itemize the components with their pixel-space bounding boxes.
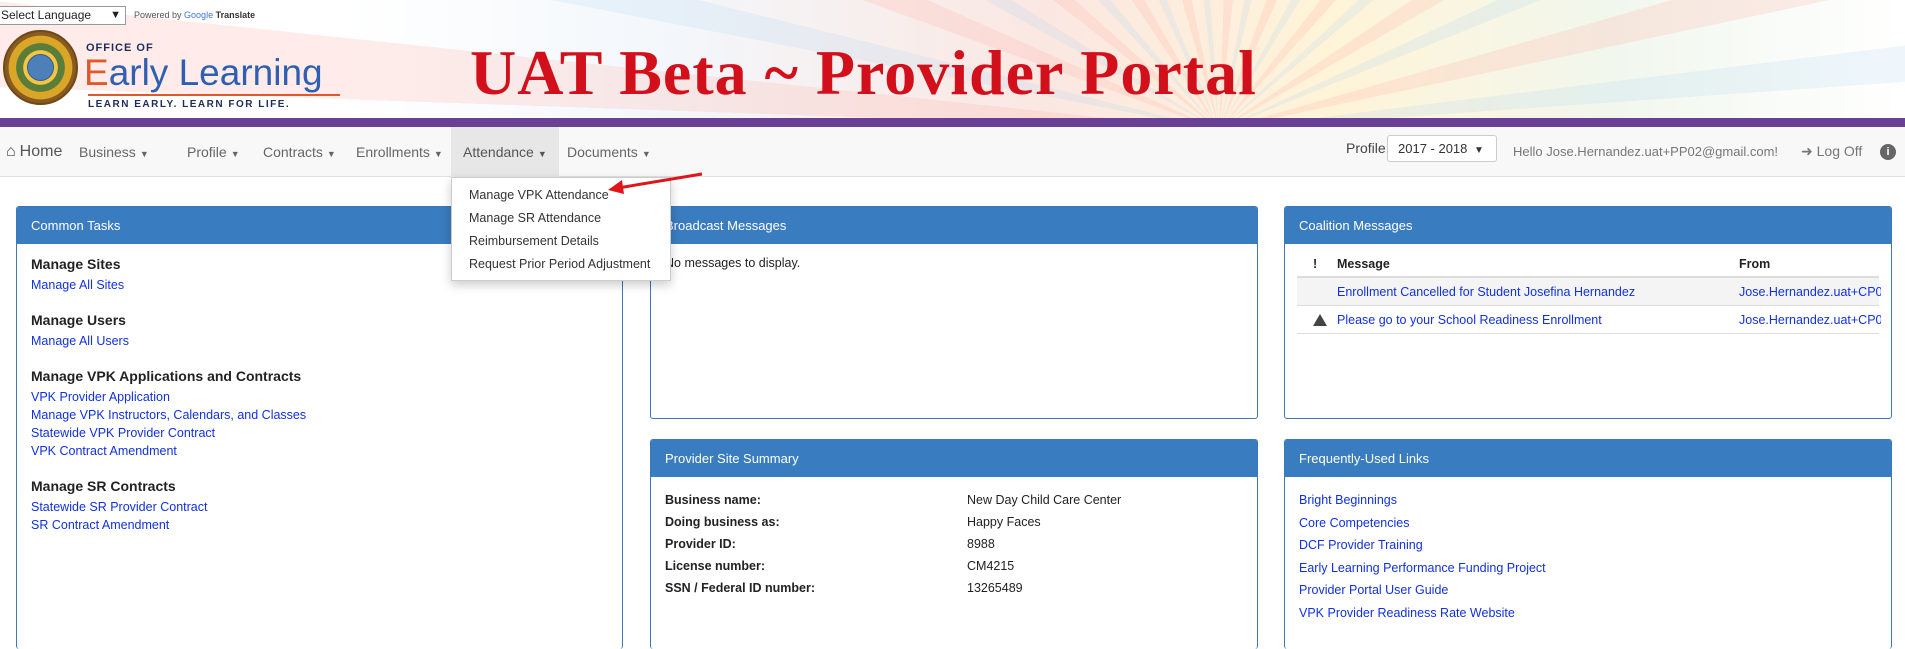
summary-value: New Day Child Care Center bbox=[967, 493, 1122, 507]
red-annotation-arrow bbox=[608, 172, 703, 194]
col-message-header[interactable]: Message bbox=[1337, 250, 1390, 278]
header-banner: Select Language ▼ Powered by Google Tran… bbox=[0, 0, 1905, 118]
link-sr-contract-amendment[interactable]: SR Contract Amendment bbox=[31, 516, 608, 534]
broadcast-messages-panel: Broadcast Messages No messages to displa… bbox=[650, 206, 1258, 419]
chevron-down-icon: ▼ bbox=[1474, 145, 1484, 156]
panel-title: Coalition Messages bbox=[1285, 207, 1891, 244]
summary-value: 8988 bbox=[967, 537, 995, 551]
link-vpk-provider-application[interactable]: VPK Provider Application bbox=[31, 388, 608, 406]
col-flag-header: ! bbox=[1313, 257, 1318, 271]
section-manage-users: Manage Users Manage All Users bbox=[31, 312, 608, 350]
summary-value: 13265489 bbox=[967, 581, 1023, 595]
summary-key: Business name: bbox=[665, 493, 761, 507]
from-link[interactable]: Jose.Hernandez.uat+CP02@gmail.com bbox=[1739, 278, 1881, 306]
profile-label: Profile: bbox=[1346, 140, 1390, 156]
chevron-down-icon: ▼ bbox=[110, 9, 121, 21]
nav-home-label: Home bbox=[19, 143, 63, 160]
logo-tagline: LEARN EARLY. LEARN FOR LIFE. bbox=[88, 99, 291, 110]
google-text: Google bbox=[184, 10, 214, 20]
empty-message: No messages to display. bbox=[665, 256, 801, 270]
logo-name: Early Learning bbox=[84, 52, 323, 93]
nav-profile[interactable]: Profile ▼ bbox=[187, 127, 240, 177]
panel-title: Frequently-Used Links bbox=[1285, 440, 1891, 477]
summary-key: SSN / Federal ID number: bbox=[665, 581, 816, 595]
link-statewide-sr-contract[interactable]: Statewide SR Provider Contract bbox=[31, 498, 608, 516]
table-header-row: ! Message From bbox=[1297, 250, 1879, 278]
section-heading: Manage VPK Applications and Contracts bbox=[31, 368, 302, 384]
caret-down-icon: ▼ bbox=[433, 149, 443, 159]
link-readiness-rate[interactable]: VPK Provider Readiness Rate Website bbox=[1299, 602, 1877, 625]
summary-row: Doing business as: Happy Faces bbox=[665, 515, 1243, 537]
caret-down-icon: ▼ bbox=[326, 149, 336, 159]
caret-down-icon: ▼ bbox=[641, 149, 651, 159]
coalition-messages-panel: Coalition Messages ! Message From Enroll… bbox=[1284, 206, 1892, 419]
caret-down-icon: ▼ bbox=[537, 149, 547, 159]
message-link[interactable]: Please go to your School Readiness Enrol… bbox=[1337, 306, 1602, 334]
table-row[interactable]: ! Please go to your School Readiness Enr… bbox=[1297, 306, 1881, 334]
link-dcf-provider-training[interactable]: DCF Provider Training bbox=[1299, 534, 1877, 557]
early-learning-logo[interactable]: OFFICE OF Early Learning LEARN EARLY. LE… bbox=[84, 40, 344, 112]
from-link[interactable]: Jose.Hernandez.uat+CP02@gmail.com bbox=[1739, 306, 1881, 334]
link-bright-beginnings[interactable]: Bright Beginnings bbox=[1299, 489, 1877, 512]
summary-row: SSN / Federal ID number: 13265489 bbox=[665, 581, 1243, 603]
translate-link[interactable]: Translate bbox=[216, 10, 256, 20]
summary-value: CM4215 bbox=[967, 559, 1015, 573]
profile-year-value: 2017 - 2018 bbox=[1398, 141, 1468, 156]
summary-row: Provider ID: 8988 bbox=[665, 537, 1243, 559]
summary-key: Provider ID: bbox=[665, 537, 736, 551]
link-core-competencies[interactable]: Core Competencies bbox=[1299, 512, 1877, 535]
nav-enrollments[interactable]: Enrollments ▼ bbox=[356, 127, 443, 177]
info-icon[interactable]: i bbox=[1880, 144, 1896, 160]
panel-title: Provider Site Summary bbox=[651, 440, 1257, 477]
link-performance-funding[interactable]: Early Learning Performance Funding Proje… bbox=[1299, 557, 1877, 580]
link-user-guide[interactable]: Provider Portal User Guide bbox=[1299, 579, 1877, 602]
summary-key: Doing business as: bbox=[665, 515, 780, 529]
logout-icon: ➜ bbox=[1801, 143, 1813, 159]
nav-contracts[interactable]: Contracts ▼ bbox=[263, 127, 336, 177]
profile-year-select[interactable]: 2017 - 2018 ▼ bbox=[1387, 135, 1497, 162]
frequently-used-links-panel: Frequently-Used Links Bright Beginnings … bbox=[1284, 439, 1892, 649]
coalition-table: ! Message From Enrollment Cancelled for … bbox=[1297, 250, 1881, 334]
col-from-header[interactable]: From bbox=[1739, 250, 1881, 278]
nav-home[interactable]: ⌂ Home bbox=[6, 127, 62, 177]
language-select[interactable]: Select Language ▼ bbox=[0, 6, 126, 25]
link-manage-vpk-instructors[interactable]: Manage VPK Instructors, Calendars, and C… bbox=[31, 406, 608, 424]
nav-business[interactable]: Business ▼ bbox=[79, 127, 149, 177]
menu-item-manage-sr-attendance[interactable]: Manage SR Attendance bbox=[452, 207, 670, 230]
link-statewide-vpk-contract[interactable]: Statewide VPK Provider Contract bbox=[31, 424, 608, 442]
section-heading: Manage SR Contracts bbox=[31, 478, 176, 494]
summary-row: License number: CM4215 bbox=[665, 559, 1243, 581]
section-vpk-contracts: Manage VPK Applications and Contracts VP… bbox=[31, 368, 608, 460]
nav-attendance[interactable]: Attendance ▼ bbox=[451, 127, 559, 177]
section-sr-contracts: Manage SR Contracts Statewide SR Provide… bbox=[31, 478, 608, 534]
message-link[interactable]: Enrollment Cancelled for Student Josefin… bbox=[1337, 278, 1635, 306]
menu-item-prior-period-adjustment[interactable]: Request Prior Period Adjustment bbox=[452, 253, 670, 276]
summary-value: Happy Faces bbox=[967, 515, 1041, 529]
warning-icon: ! bbox=[1311, 306, 1327, 334]
logoff-label: Log Off bbox=[1816, 143, 1863, 159]
powered-by-google-translate[interactable]: Powered by Google Translate bbox=[134, 10, 255, 20]
section-heading: Manage Users bbox=[31, 312, 126, 328]
table-row[interactable]: Enrollment Cancelled for Student Josefin… bbox=[1297, 278, 1881, 306]
caret-down-icon: ▼ bbox=[139, 149, 149, 159]
summary-row: Business name: New Day Child Care Center bbox=[665, 493, 1243, 515]
powered-by-text: Powered by bbox=[134, 10, 182, 20]
language-select-value: Select Language bbox=[1, 8, 92, 22]
panel-title: Broadcast Messages bbox=[651, 207, 1257, 244]
link-vpk-contract-amendment[interactable]: VPK Contract Amendment bbox=[31, 442, 608, 460]
user-greeting[interactable]: Hello Jose.Hernandez.uat+PP02@gmail.com! bbox=[1513, 144, 1778, 159]
florida-seal-logo bbox=[3, 30, 78, 105]
link-manage-all-users[interactable]: Manage All Users bbox=[31, 332, 608, 350]
provider-site-summary-panel: Provider Site Summary Business name: New … bbox=[650, 439, 1258, 649]
caret-down-icon: ▼ bbox=[230, 149, 240, 159]
page-title: UAT Beta ~ Provider Portal bbox=[470, 37, 1257, 108]
menu-item-reimbursement-details[interactable]: Reimbursement Details bbox=[452, 230, 670, 253]
logo-divider bbox=[88, 94, 340, 96]
summary-key: License number: bbox=[665, 559, 766, 573]
home-icon: ⌂ bbox=[6, 143, 16, 160]
header-divider bbox=[0, 118, 1905, 127]
logoff-button[interactable]: ➜ Log Off bbox=[1801, 143, 1862, 160]
